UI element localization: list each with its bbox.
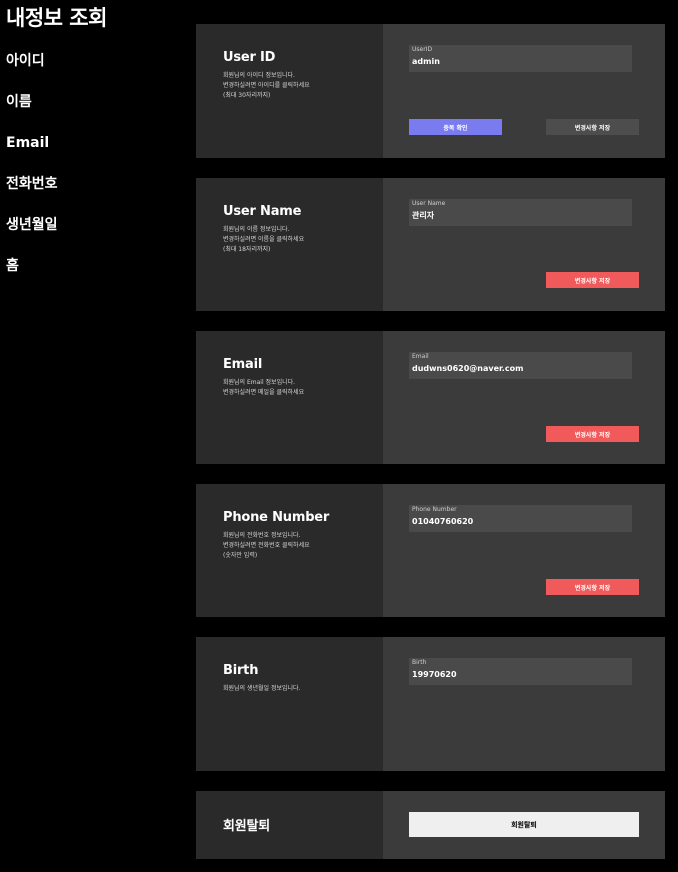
phone-form: Phone Number 01040760620 변경사항 저장: [383, 484, 665, 617]
userid-card: User ID 회원님의 아이디 정보입니다. 변경하실려면 아이디를 클릭하세…: [196, 24, 665, 158]
userid-field[interactable]: UserID admin: [409, 45, 632, 72]
nav-item-birth[interactable]: 생년월일: [6, 216, 58, 257]
nav-item-name[interactable]: 이름: [6, 93, 58, 134]
birth-card: Birth 회원님의 생년월일 정보입니다. Birth 19970620: [196, 637, 665, 771]
phone-title: Phone Number: [223, 510, 330, 525]
userid-field-value[interactable]: admin: [412, 56, 632, 68]
phone-field-value[interactable]: 01040760620: [412, 516, 632, 528]
withdraw-form: 회원탈퇴: [383, 791, 665, 859]
username-field-label: User Name: [412, 200, 446, 207]
username-form: User Name 관리자 변경사항 저장: [383, 178, 665, 311]
userid-description: 회원님의 아이디 정보입니다. 변경하실려면 아이디를 클릭하세요 (최대 30…: [223, 72, 310, 99]
nav-item-home[interactable]: 홈: [6, 257, 58, 298]
phone-field-label: Phone Number: [412, 506, 457, 513]
phone-info: Phone Number 회원님의 전화번호 정보입니다. 변경하실려면 전화번…: [196, 484, 383, 617]
birth-title: Birth: [223, 663, 259, 678]
withdraw-card: 회원탈퇴 회원탈퇴: [196, 791, 665, 859]
email-card: Email 회원님의 Email 정보입니다. 변경하실려면 메일을 클릭하세요…: [196, 331, 665, 464]
side-nav: 아이디 이름 Email 전화번호 생년월일 홈: [6, 52, 58, 298]
withdraw-info: 회원탈퇴: [196, 791, 383, 859]
phone-save-button[interactable]: 변경사항 저장: [546, 579, 639, 595]
birth-description: 회원님의 생년월일 정보입니다.: [223, 685, 301, 692]
userid-info: User ID 회원님의 아이디 정보입니다. 변경하실려면 아이디를 클릭하세…: [196, 24, 383, 158]
email-form: Email dudwns0620@naver.com 변경사항 저장: [383, 331, 665, 464]
phone-card: Phone Number 회원님의 전화번호 정보입니다. 변경하실려면 전화번…: [196, 484, 665, 617]
email-field-value[interactable]: dudwns0620@naver.com: [412, 363, 632, 375]
nav-item-userid[interactable]: 아이디: [6, 52, 58, 93]
email-field[interactable]: Email dudwns0620@naver.com: [409, 352, 632, 379]
nav-item-phone[interactable]: 전화번호: [6, 175, 58, 216]
page-root: 내정보 조회 아이디 이름 Email 전화번호 생년월일 홈 User ID …: [0, 0, 678, 872]
email-description: 회원님의 Email 정보입니다. 변경하실려면 메일을 클릭하세요: [223, 379, 305, 396]
username-description: 회원님의 이름 정보입니다. 변경하실려면 이름을 클릭하세요 (최대 18자리…: [223, 226, 305, 253]
username-info: User Name 회원님의 이름 정보입니다. 변경하실려면 이름을 클릭하세…: [196, 178, 383, 311]
username-field[interactable]: User Name 관리자: [409, 199, 632, 226]
userid-title: User ID: [223, 50, 276, 65]
userid-save-button[interactable]: 변경사항 저장: [546, 119, 639, 135]
birth-field-value[interactable]: 19970620: [412, 669, 632, 681]
userid-form: UserID admin 중복 확인 변경사항 저장: [383, 24, 665, 158]
check-duplicate-button[interactable]: 중복 확인: [409, 119, 502, 135]
birth-form: Birth 19970620: [383, 637, 665, 771]
username-card: User Name 회원님의 이름 정보입니다. 변경하실려면 이름을 클릭하세…: [196, 178, 665, 311]
phone-description: 회원님의 전화번호 정보입니다. 변경하실려면 전화번호 클릭하세요 (숫자만 …: [223, 532, 310, 559]
userid-field-label: UserID: [412, 46, 433, 53]
birth-field[interactable]: Birth 19970620: [409, 658, 632, 685]
email-field-label: Email: [412, 353, 429, 360]
phone-field[interactable]: Phone Number 01040760620: [409, 505, 632, 532]
withdraw-title: 회원탈퇴: [223, 819, 271, 834]
withdraw-button[interactable]: 회원탈퇴: [409, 812, 639, 837]
birth-info: Birth 회원님의 생년월일 정보입니다.: [196, 637, 383, 771]
username-title: User Name: [223, 204, 302, 219]
nav-item-email[interactable]: Email: [6, 134, 58, 175]
username-save-button[interactable]: 변경사항 저장: [546, 272, 639, 288]
birth-field-label: Birth: [412, 659, 427, 666]
email-title: Email: [223, 357, 263, 372]
username-field-value[interactable]: 관리자: [412, 210, 632, 222]
email-info: Email 회원님의 Email 정보입니다. 변경하실려면 메일을 클릭하세요: [196, 331, 383, 464]
page-title: 내정보 조회: [6, 6, 107, 30]
email-save-button[interactable]: 변경사항 저장: [546, 426, 639, 442]
